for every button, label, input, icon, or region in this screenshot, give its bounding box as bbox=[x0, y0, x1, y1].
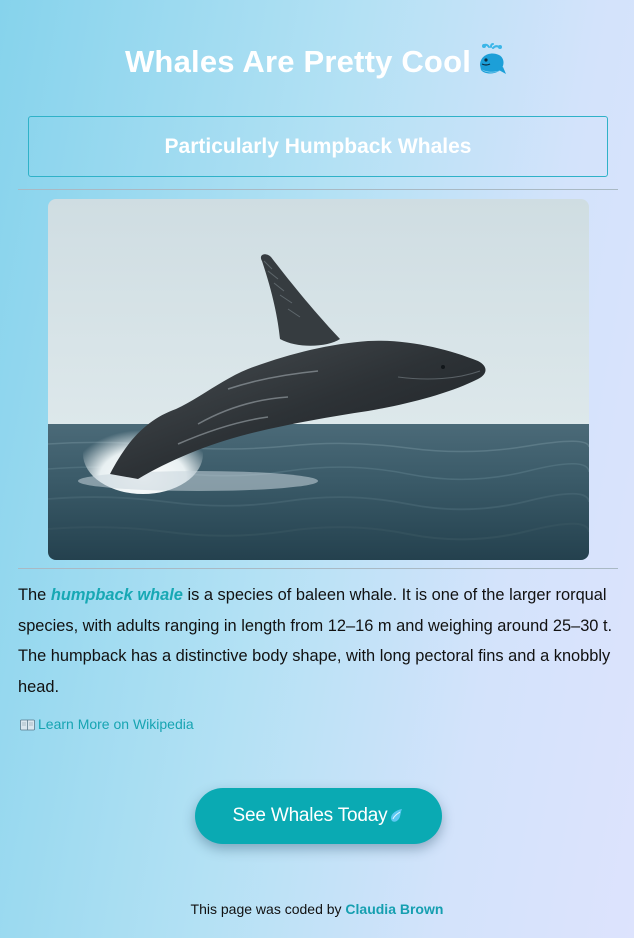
spouting-whale-icon bbox=[475, 43, 509, 77]
footer: This page was coded by Claudia Brown bbox=[0, 901, 634, 917]
water-drop-icon bbox=[388, 808, 404, 824]
footer-prefix: This page was coded by bbox=[190, 901, 346, 917]
humpback-whale-highlight: humpback whale bbox=[50, 586, 183, 604]
cta-label: See Whales Today bbox=[232, 805, 388, 826]
see-whales-today-button[interactable]: See Whales Today bbox=[195, 788, 442, 844]
divider-top bbox=[18, 189, 618, 190]
description-prefix: The bbox=[18, 586, 51, 604]
site-title-text: Whales Are Pretty Cool bbox=[124, 44, 472, 79]
subtitle: Particularly Humpback Whales bbox=[164, 134, 472, 158]
open-book-icon bbox=[20, 718, 35, 731]
wikipedia-link[interactable]: Learn More on Wikipedia bbox=[20, 716, 194, 732]
site-title: Whales Are Pretty Cool bbox=[0, 40, 634, 84]
humpback-whale-photo bbox=[48, 199, 589, 560]
wikipedia-link-label: Learn More on Wikipedia bbox=[38, 716, 194, 732]
page: Whales Are Pretty Cool Particularly Hump… bbox=[0, 0, 634, 938]
whale-description: The humpback whale is a species of balee… bbox=[18, 580, 622, 702]
subtitle-box: Particularly Humpback Whales bbox=[28, 116, 608, 177]
author-name: Claudia Brown bbox=[345, 901, 444, 917]
divider-bottom bbox=[18, 568, 618, 569]
